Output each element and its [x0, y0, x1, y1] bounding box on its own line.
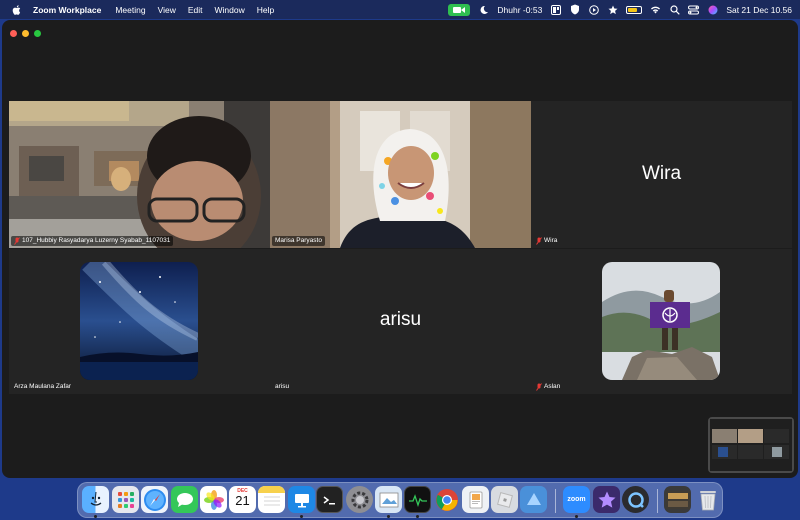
menu-bar: Zoom Workplace Meeting View Edit Window …	[0, 0, 800, 19]
dock-zoom-icon[interactable]: zoom	[563, 486, 590, 513]
dock-separator	[657, 489, 658, 513]
running-indicator	[387, 515, 390, 518]
dock-photos-icon[interactable]	[200, 486, 227, 513]
prayer-time-text[interactable]: Dhuhr -0:53	[497, 5, 542, 15]
participant-tile-arisu[interactable]: arisu arisu	[270, 249, 531, 394]
dock-safari-icon[interactable]	[141, 486, 168, 513]
apple-icon[interactable]	[11, 4, 23, 16]
participant-name-text: Marisa Paryasto	[275, 237, 322, 244]
dock-notes-icon[interactable]	[258, 486, 285, 513]
dock-keynote-icon[interactable]	[288, 486, 315, 513]
battery-icon[interactable]	[626, 5, 643, 14]
shield-icon[interactable]	[569, 4, 580, 15]
running-indicator	[416, 515, 419, 518]
wifi-icon[interactable]	[650, 4, 661, 15]
zoom-video-status-icon[interactable]	[448, 3, 471, 16]
search-icon[interactable]	[669, 4, 680, 15]
mic-muted-icon	[536, 383, 542, 391]
dock-system-settings-icon[interactable]	[346, 486, 373, 513]
participant-display-name: arisu	[379, 309, 422, 330]
dock: DEC 21 zoom	[77, 482, 723, 518]
dock-terminal-icon[interactable]	[316, 486, 343, 513]
running-indicator	[94, 515, 97, 518]
participant-name-text: 107_Hubbiy Rasyadarya Luzerny Syabab_110…	[22, 237, 171, 244]
siri-icon[interactable]	[707, 4, 718, 15]
star-icon[interactable]	[607, 4, 618, 15]
running-indicator	[300, 515, 303, 518]
menu-view[interactable]: View	[158, 5, 176, 15]
dock-activity-monitor-icon[interactable]	[404, 486, 431, 513]
participant-name-text: Wira	[544, 237, 558, 244]
dock-imovie-icon[interactable]	[593, 486, 620, 513]
participant-tile-hubbiy[interactable]: 107_Hubbiy Rasyadarya Luzerny Syabab_110…	[9, 101, 270, 248]
play-circle-icon[interactable]	[588, 4, 599, 15]
app-name-menu[interactable]: Zoom Workplace	[33, 5, 101, 15]
window-minimize-button[interactable]	[22, 30, 29, 37]
participant-name-text: Aslan	[544, 383, 561, 390]
participant-name-text: Arza Maulana Zafar	[14, 383, 72, 390]
thumbnail-grid	[710, 419, 792, 471]
window-manager-icon[interactable]	[550, 4, 561, 15]
dock-trash-icon[interactable]	[694, 486, 721, 513]
dock-finder-icon[interactable]	[82, 486, 109, 513]
menu-window[interactable]: Window	[215, 5, 245, 15]
menu-meeting[interactable]: Meeting	[115, 5, 145, 15]
menu-help[interactable]: Help	[257, 5, 274, 15]
dock-minimized-window[interactable]	[664, 486, 691, 513]
participant-tile-aslan[interactable]: Aslan	[531, 249, 792, 394]
dock-roblox-icon[interactable]	[491, 486, 518, 513]
participant-display-name: Wira	[641, 163, 682, 184]
participant-tile-wira[interactable]: Wira Wira	[531, 101, 792, 248]
dock-calendar-icon[interactable]: DEC 21	[229, 486, 256, 513]
mic-muted-icon	[536, 237, 542, 245]
participant-name-label: Aslan	[533, 382, 563, 392]
profile-picture-galaxy	[80, 262, 198, 380]
window-maximize-button[interactable]	[34, 30, 41, 37]
dock-quicktime-icon[interactable]	[622, 486, 649, 513]
menu-edit[interactable]: Edit	[188, 5, 203, 15]
participant-video-marisa	[270, 101, 531, 248]
running-indicator	[575, 515, 578, 518]
dock-messages-icon[interactable]	[171, 486, 198, 513]
dock-files-icon[interactable]	[462, 486, 489, 513]
participant-tile-marisa[interactable]: Marisa Paryasto	[270, 101, 531, 248]
calendar-day: 21	[235, 493, 250, 508]
control-center-icon[interactable]	[688, 4, 700, 15]
participant-name-label: Arza Maulana Zafar	[11, 382, 74, 392]
participant-name-label: Marisa Paryasto	[272, 236, 325, 246]
participant-name-label: 107_Hubbiy Rasyadarya Luzerny Syabab_110…	[11, 236, 174, 246]
participant-video-hubbiy	[9, 101, 270, 248]
window-close-button[interactable]	[10, 30, 17, 37]
profile-picture-scout	[602, 262, 720, 380]
meeting-thumbnail-preview[interactable]	[708, 417, 794, 473]
participant-tile-arza[interactable]: Arza Maulana Zafar	[9, 249, 270, 394]
participant-name-label: Wira	[533, 236, 560, 246]
dock-separator	[555, 489, 556, 513]
participant-name-text: arisu	[275, 383, 290, 390]
zoom-meeting-window: 107_Hubbiy Rasyadarya Luzerny Syabab_110…	[2, 20, 798, 478]
dock-preview-icon[interactable]	[375, 486, 402, 513]
moon-icon[interactable]	[478, 4, 489, 15]
clock-text[interactable]: Sat 21 Dec 10.56	[726, 5, 792, 15]
mic-muted-icon	[14, 237, 20, 245]
dock-app-icon[interactable]	[520, 486, 547, 513]
participant-name-label: arisu	[272, 382, 292, 392]
dock-chrome-icon[interactable]	[433, 486, 460, 513]
dock-launchpad-icon[interactable]	[112, 486, 139, 513]
